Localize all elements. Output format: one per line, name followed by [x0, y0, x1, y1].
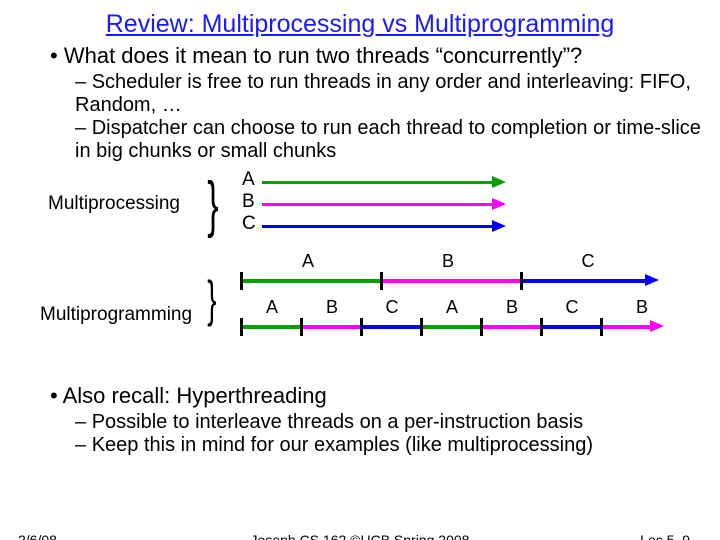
r2-label-3: A	[442, 297, 462, 318]
r2-label-4: B	[502, 297, 522, 318]
r1-label-c: C	[578, 251, 598, 272]
r1-arrow	[645, 274, 659, 286]
bullet-list-bottom: Also recall: Hyperthreading	[0, 383, 720, 409]
r2-seg-3	[420, 325, 480, 329]
r2-arrow	[650, 320, 664, 332]
r1-seg-b	[380, 279, 520, 283]
r2-seg-2	[360, 325, 420, 329]
bullet-concurrently: What does it mean to run two threads “co…	[50, 43, 695, 69]
arrow-a	[492, 176, 506, 188]
r2-seg-1	[300, 325, 360, 329]
row-label-c: C	[242, 213, 262, 235]
sub-keep-in-mind: Keep this in mind for our examples (like…	[75, 434, 720, 457]
r2-label-2: C	[382, 297, 402, 318]
r2-tick-0	[240, 318, 243, 336]
row-label-b: B	[242, 191, 262, 213]
r2-seg-6	[600, 325, 650, 329]
r1-label-a: A	[298, 251, 318, 272]
r2-tick-3	[420, 318, 423, 336]
footer-center: Joseph CS 162 ©UCB Spring 2008	[0, 532, 720, 540]
r2-tick-1	[300, 318, 303, 336]
r2-label-6: B	[632, 297, 652, 318]
r2-tick-4	[480, 318, 483, 336]
r2-label-1: B	[322, 297, 342, 318]
r1-label-b: B	[438, 251, 458, 272]
r2-tick-5	[540, 318, 543, 336]
arrow-b	[492, 198, 506, 210]
slide-title: Review: Multiprocessing vs Multiprogramm…	[0, 0, 720, 39]
r1-tick-0	[240, 272, 243, 290]
r2-seg-0	[240, 325, 300, 329]
label-multiprocessing: Multiprocessing	[48, 193, 180, 215]
sub-scheduler: Scheduler is free to run threads in any …	[75, 71, 720, 117]
r1-seg-a	[240, 279, 380, 283]
sub-dispatcher: Dispatcher can choose to run each thread…	[75, 117, 720, 163]
footer-lecture: Lec 5. 9	[640, 532, 690, 540]
r2-label-0: A	[262, 297, 282, 318]
track-b	[262, 203, 492, 206]
arrow-c	[492, 220, 506, 232]
r2-tick-2	[360, 318, 363, 336]
scheduling-diagram: Multiprocessing } A B C Multiprogramming…	[0, 169, 720, 379]
sub-bullets-bottom: Possible to interleave threads on a per-…	[0, 411, 720, 457]
track-c	[262, 225, 492, 228]
sub-interleave: Possible to interleave threads on a per-…	[75, 411, 720, 434]
r2-tick-6	[600, 318, 603, 336]
bullet-hyperthreading: Also recall: Hyperthreading	[50, 383, 695, 409]
bullet-list-top: What does it mean to run two threads “co…	[0, 43, 720, 69]
row-label-a: A	[242, 169, 262, 191]
sub-bullets-top: Scheduler is free to run threads in any …	[0, 71, 720, 163]
r2-label-5: C	[562, 297, 582, 318]
r1-tick-1	[380, 272, 383, 290]
label-multiprogramming: Multiprogramming	[40, 304, 192, 326]
r2-seg-5	[540, 325, 600, 329]
r1-tick-2	[520, 272, 523, 290]
r2-seg-4	[480, 325, 540, 329]
r1-seg-c	[520, 279, 645, 283]
track-a	[262, 181, 492, 184]
